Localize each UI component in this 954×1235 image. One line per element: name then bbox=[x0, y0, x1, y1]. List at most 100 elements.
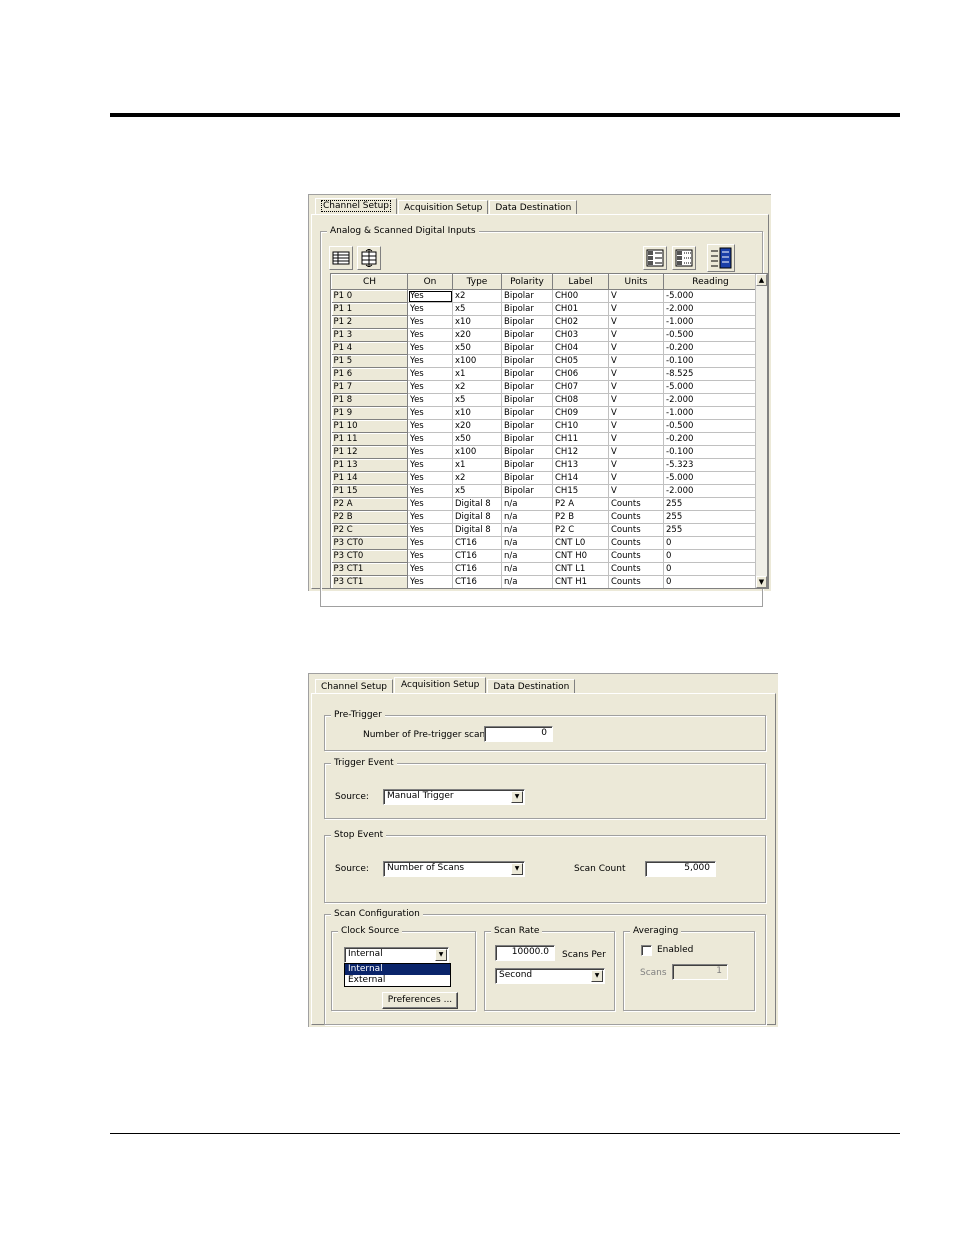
table-row[interactable]: P1 14 Yes x2 Bipolar CH14 V -5.000 bbox=[331, 471, 758, 485]
cell-polarity[interactable]: Bipolar bbox=[501, 341, 553, 355]
cell-polarity[interactable]: Bipolar bbox=[501, 419, 553, 433]
cell-reading[interactable]: -8.525 bbox=[663, 367, 758, 381]
cell-ch[interactable]: P1 2 bbox=[331, 315, 408, 329]
cell-on[interactable]: Yes bbox=[407, 497, 453, 511]
cell-label[interactable]: CH02 bbox=[552, 315, 609, 329]
cell-on[interactable]: Yes bbox=[407, 510, 453, 524]
chevron-down-icon[interactable]: ▼ bbox=[435, 949, 447, 961]
chevron-down-icon[interactable]: ▼ bbox=[591, 970, 603, 982]
cell-on[interactable]: Yes bbox=[407, 484, 453, 498]
cell-ch[interactable]: P3 CT0 bbox=[331, 549, 408, 563]
cell-label[interactable]: CH06 bbox=[552, 367, 609, 381]
table-row[interactable]: P1 10 Yes x20 Bipolar CH10 V -0.500 bbox=[331, 419, 758, 433]
cell-units[interactable]: V bbox=[608, 484, 664, 498]
cell-on[interactable]: Yes bbox=[407, 458, 453, 472]
cell-units[interactable]: V bbox=[608, 380, 664, 394]
cell-ch[interactable]: P2 B bbox=[331, 510, 408, 524]
cell-label[interactable]: CH07 bbox=[552, 380, 609, 394]
column-header[interactable]: CH bbox=[331, 274, 408, 290]
cell-type[interactable]: x1 bbox=[452, 458, 502, 472]
cell-reading[interactable]: -2.000 bbox=[663, 393, 758, 407]
cell-on[interactable]: Yes bbox=[407, 367, 453, 381]
cell-ch[interactable]: P1 5 bbox=[331, 354, 408, 368]
cell-type[interactable]: CT16 bbox=[452, 536, 502, 550]
cell-on[interactable]: Yes bbox=[407, 328, 453, 342]
cell-label[interactable]: CNT H0 bbox=[552, 549, 609, 563]
scroll-up-button[interactable]: ▲ bbox=[756, 274, 767, 286]
cell-label[interactable]: CH11 bbox=[552, 432, 609, 446]
scan-rate-input[interactable]: 10000.0 bbox=[495, 945, 555, 961]
cell-polarity[interactable]: n/a bbox=[501, 497, 553, 511]
cell-on[interactable]: Yes bbox=[407, 354, 453, 368]
tab-acquisition-setup[interactable]: Acquisition Setup bbox=[394, 677, 487, 694]
cell-units[interactable]: V bbox=[608, 354, 664, 368]
cell-type[interactable]: x20 bbox=[452, 328, 502, 342]
cell-polarity[interactable]: n/a bbox=[501, 549, 553, 563]
table-row[interactable]: P1 12 Yes x100 Bipolar CH12 V -0.100 bbox=[331, 445, 758, 459]
cell-reading[interactable]: -2.000 bbox=[663, 302, 758, 316]
cell-ch[interactable]: P1 12 bbox=[331, 445, 408, 459]
cell-on[interactable]: Yes bbox=[407, 341, 453, 355]
channel-grid[interactable]: CH On Type Polarity Label Units Reading … bbox=[330, 273, 768, 589]
cell-units[interactable]: Counts bbox=[608, 575, 664, 588]
scroll-down-button[interactable]: ▼ bbox=[756, 576, 767, 588]
cell-polarity[interactable]: Bipolar bbox=[501, 315, 553, 329]
cell-units[interactable]: Counts bbox=[608, 536, 664, 550]
table-row[interactable]: P1 8 Yes x5 Bipolar CH08 V -2.000 bbox=[331, 393, 758, 407]
cell-type[interactable]: x5 bbox=[452, 393, 502, 407]
cell-units[interactable]: Counts bbox=[608, 510, 664, 524]
cell-polarity[interactable]: Bipolar bbox=[501, 289, 553, 303]
cell-units[interactable]: V bbox=[608, 367, 664, 381]
table-row[interactable]: P1 5 Yes x100 Bipolar CH05 V -0.100 bbox=[331, 354, 758, 368]
cell-on[interactable]: Yes bbox=[407, 549, 453, 563]
cell-units[interactable]: V bbox=[608, 302, 664, 316]
cell-label[interactable]: P2 B bbox=[552, 510, 609, 524]
table-row[interactable]: P3 CT0 Yes CT16 n/a CNT L0 Counts 0 bbox=[331, 536, 758, 550]
cell-ch[interactable]: P2 C bbox=[331, 523, 408, 537]
cell-units[interactable]: V bbox=[608, 445, 664, 459]
cell-polarity[interactable]: Bipolar bbox=[501, 393, 553, 407]
cell-units[interactable]: Counts bbox=[608, 562, 664, 576]
cell-units[interactable]: Counts bbox=[608, 549, 664, 563]
column-header[interactable]: Label bbox=[552, 274, 609, 290]
cell-ch[interactable]: P3 CT1 bbox=[331, 575, 408, 588]
cell-polarity[interactable]: n/a bbox=[501, 562, 553, 576]
table-row[interactable]: P1 11 Yes x50 Bipolar CH11 V -0.200 bbox=[331, 432, 758, 446]
cell-type[interactable]: CT16 bbox=[452, 549, 502, 563]
cell-reading[interactable]: 0 bbox=[663, 575, 758, 588]
cell-polarity[interactable]: Bipolar bbox=[501, 432, 553, 446]
cell-units[interactable]: Counts bbox=[608, 497, 664, 511]
cell-type[interactable]: Digital 8 bbox=[452, 497, 502, 511]
cell-ch[interactable]: P1 14 bbox=[331, 471, 408, 485]
cell-reading[interactable]: -0.100 bbox=[663, 354, 758, 368]
cell-units[interactable]: V bbox=[608, 328, 664, 342]
preferences-button[interactable]: Preferences ... bbox=[382, 992, 458, 1009]
scan-count-input[interactable]: 5,000 bbox=[645, 861, 716, 877]
cell-type[interactable]: CT16 bbox=[452, 575, 502, 588]
cell-on[interactable]: Yes bbox=[407, 536, 453, 550]
table-row[interactable]: P3 CT1 Yes CT16 n/a CNT L1 Counts 0 bbox=[331, 562, 758, 576]
cell-on[interactable]: Yes bbox=[407, 393, 453, 407]
cell-on[interactable]: Yes bbox=[407, 289, 453, 303]
cell-ch[interactable]: P1 15 bbox=[331, 484, 408, 498]
tab-data-destination[interactable]: Data Destination bbox=[487, 679, 576, 694]
cell-polarity[interactable]: Bipolar bbox=[501, 380, 553, 394]
cell-type[interactable]: x2 bbox=[452, 380, 502, 394]
cell-label[interactable]: CNT H1 bbox=[552, 575, 609, 588]
table-row[interactable]: P1 1 Yes x5 Bipolar CH01 V -2.000 bbox=[331, 302, 758, 316]
cell-reading[interactable]: 0 bbox=[663, 562, 758, 576]
cell-ch[interactable]: P1 13 bbox=[331, 458, 408, 472]
cell-label[interactable]: CH13 bbox=[552, 458, 609, 472]
spread-settings-icon[interactable] bbox=[357, 246, 381, 270]
cell-reading[interactable]: 0 bbox=[663, 549, 758, 563]
cell-polarity[interactable]: n/a bbox=[501, 510, 553, 524]
cell-on[interactable]: Yes bbox=[407, 445, 453, 459]
cell-label[interactable]: CH00 bbox=[552, 289, 609, 303]
table-row[interactable]: P3 CT0 Yes CT16 n/a CNT H0 Counts 0 bbox=[331, 549, 758, 563]
cell-polarity[interactable]: Bipolar bbox=[501, 328, 553, 342]
cell-polarity[interactable]: n/a bbox=[501, 575, 553, 588]
cell-label[interactable]: CNT L1 bbox=[552, 562, 609, 576]
table-row[interactable]: P2 C Yes Digital 8 n/a P2 C Counts 255 bbox=[331, 523, 758, 537]
cell-reading[interactable]: -5.000 bbox=[663, 380, 758, 394]
cell-units[interactable]: V bbox=[608, 432, 664, 446]
